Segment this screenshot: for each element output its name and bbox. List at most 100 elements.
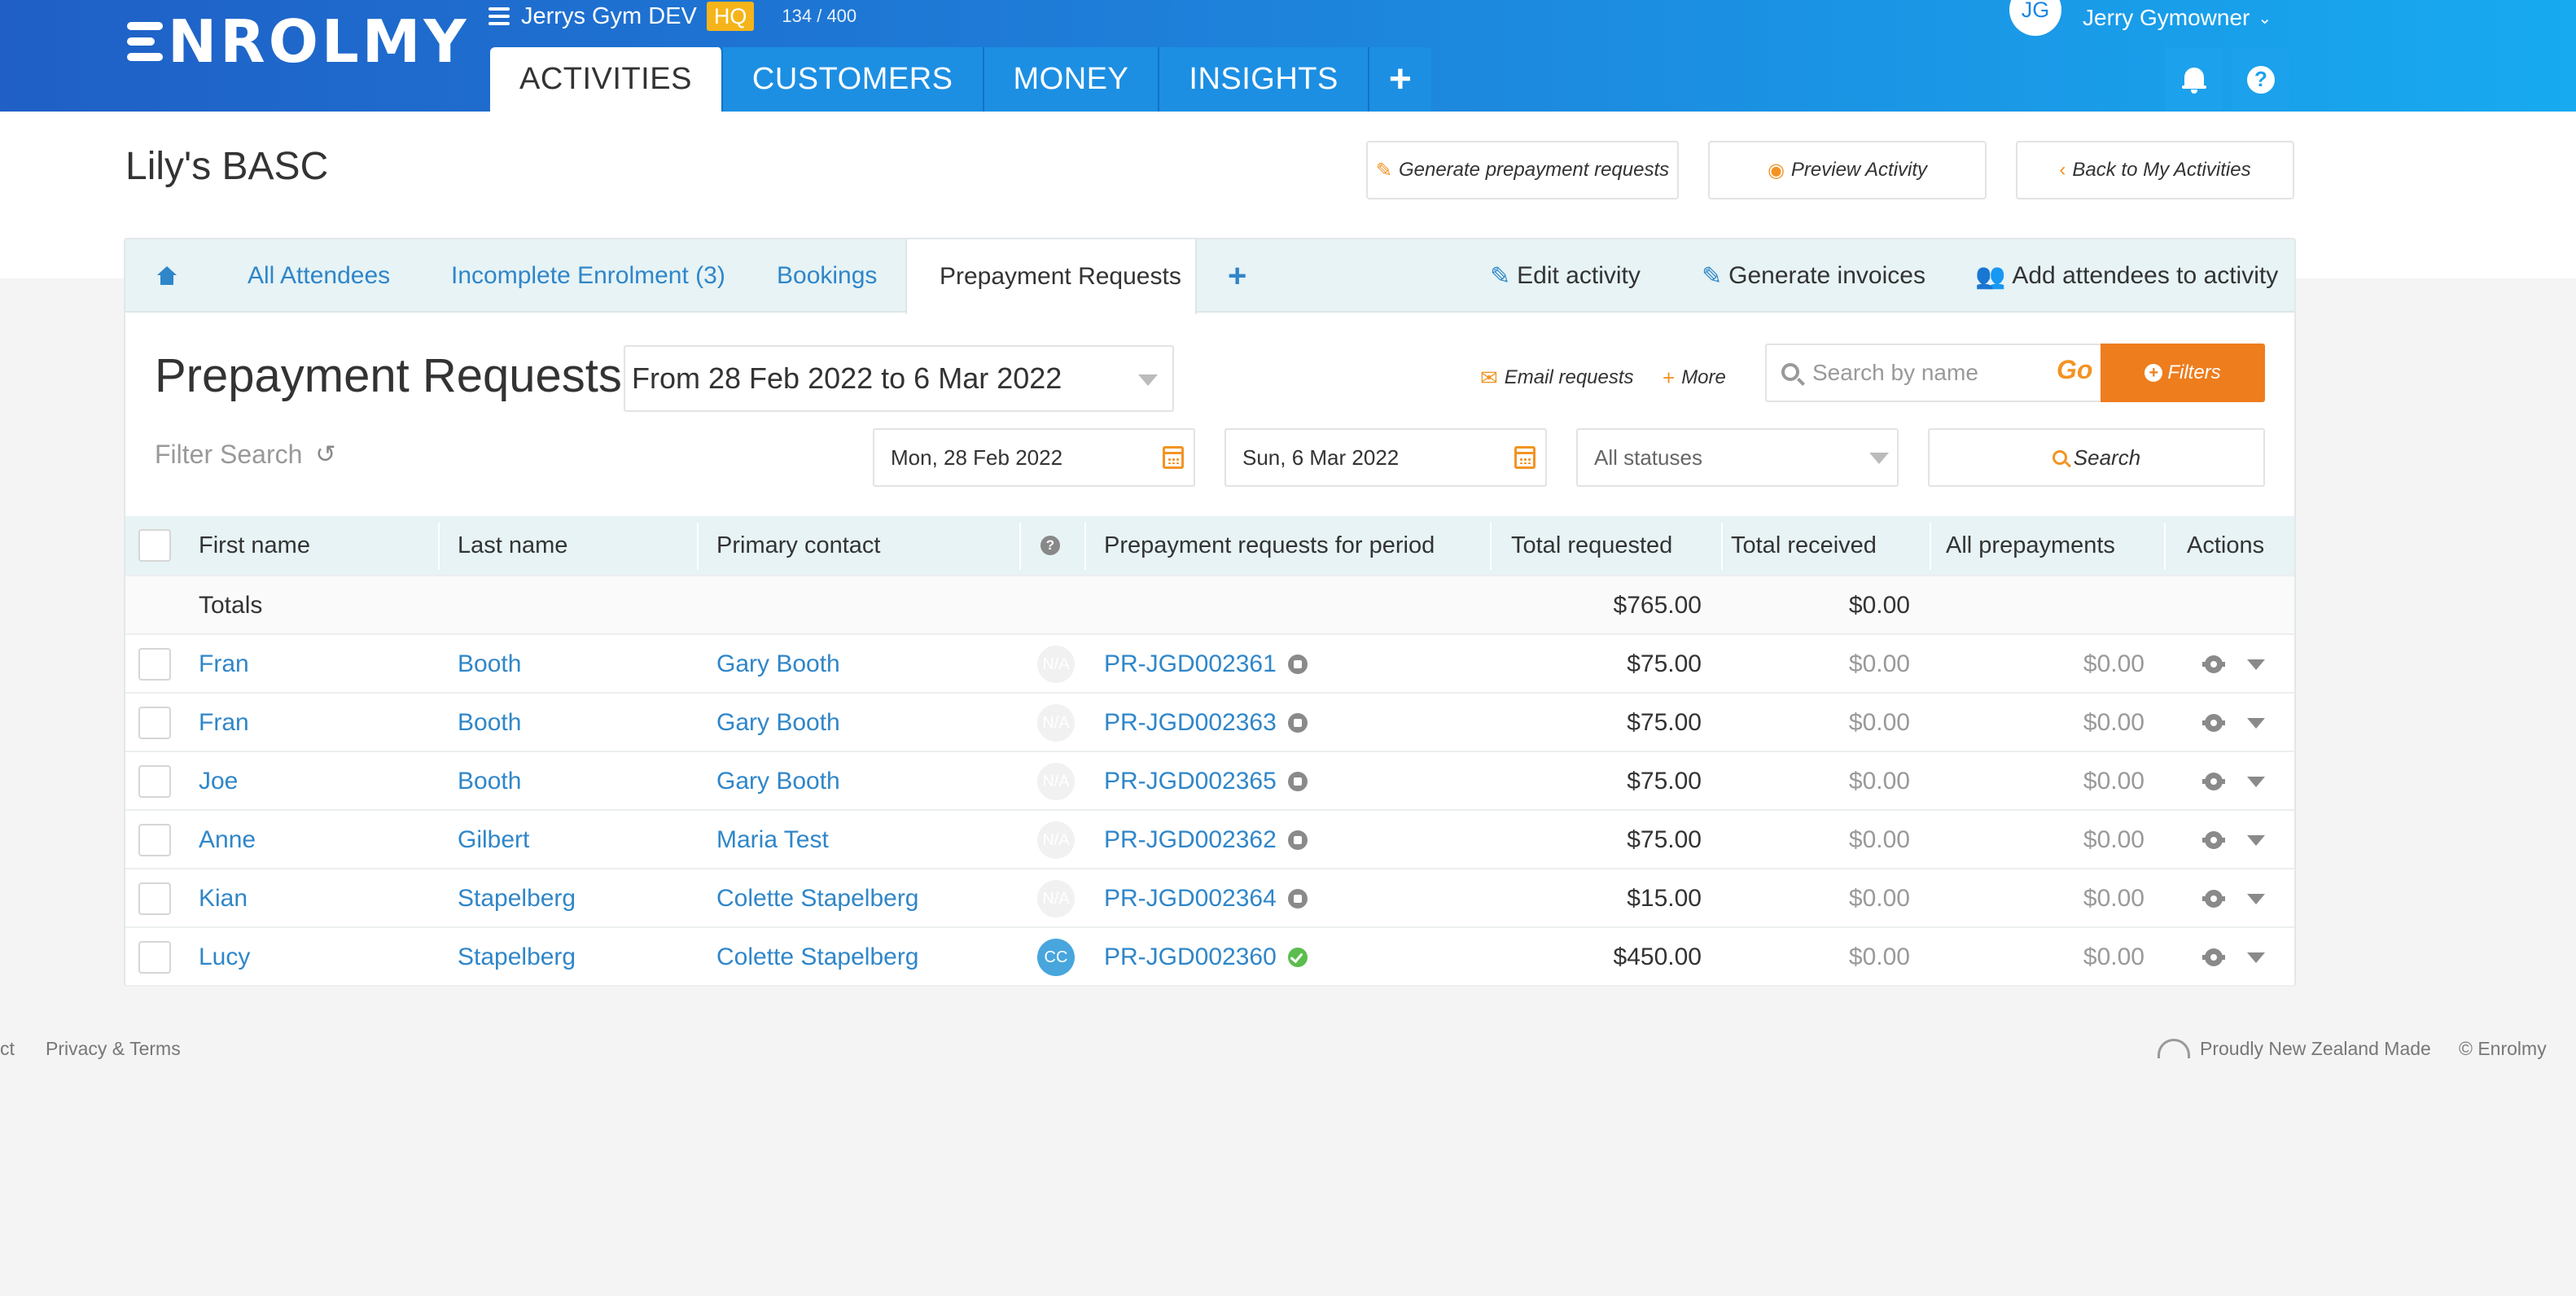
generate-invoices-button[interactable]: ✎ Generate invoices bbox=[1702, 239, 1925, 313]
chevron-down-icon[interactable] bbox=[2247, 952, 2265, 963]
help-button[interactable]: ? bbox=[2232, 47, 2289, 112]
totals-requested: $765.00 bbox=[1613, 592, 1702, 619]
edit-activity-button[interactable]: ✎ Edit activity bbox=[1490, 239, 1641, 313]
column-all-prepayments[interactable]: All prepayments bbox=[1946, 516, 2115, 575]
row-actions[interactable] bbox=[2202, 928, 2265, 987]
contact-avatar: CC bbox=[1037, 928, 1075, 987]
primary-contact-link[interactable]: Maria Test bbox=[716, 811, 829, 869]
enrolmy-logo[interactable]: NROLMY bbox=[127, 12, 470, 71]
chevron-down-icon[interactable] bbox=[2247, 893, 2265, 904]
contact-link[interactable]: ct bbox=[0, 1032, 15, 1065]
column-primary-contact[interactable]: Primary contact bbox=[716, 516, 880, 575]
row-actions[interactable] bbox=[2202, 694, 2265, 752]
first-name-link[interactable]: Anne bbox=[199, 811, 256, 869]
all-prepayments-value: $0.00 bbox=[2083, 826, 2144, 853]
row-checkbox[interactable] bbox=[138, 752, 171, 811]
row-checkbox[interactable] bbox=[138, 811, 171, 869]
tab-insights[interactable]: INSIGHTS bbox=[1159, 47, 1369, 112]
tab-prepayment-requests[interactable]: Prepayment Requests bbox=[905, 239, 1197, 314]
primary-contact-link[interactable]: Gary Booth bbox=[716, 635, 840, 694]
email-requests-button[interactable]: ✉ Email requests bbox=[1480, 360, 1634, 396]
last-name-link[interactable]: Stapelberg bbox=[458, 869, 576, 928]
prepayment-request-link[interactable]: PR-JGD002365 bbox=[1104, 752, 1308, 811]
last-name-link[interactable]: Booth bbox=[458, 694, 521, 752]
user-menu[interactable]: JG Jerry Gymowner ⌄ bbox=[2009, 0, 2272, 36]
tab-customers[interactable]: CUSTOMERS bbox=[722, 47, 984, 112]
email-requests-label: Email requests bbox=[1504, 366, 1634, 388]
column-total-requested[interactable]: Total requested bbox=[1511, 516, 1672, 575]
first-name-link[interactable]: Joe bbox=[199, 752, 238, 811]
last-name-link[interactable]: Booth bbox=[458, 635, 521, 694]
tab-home[interactable] bbox=[156, 239, 177, 313]
filters-button[interactable]: + Filters bbox=[2101, 344, 2265, 402]
last-name-link[interactable]: Booth bbox=[458, 752, 521, 811]
more-button[interactable]: + More bbox=[1663, 360, 1726, 396]
last-name-link[interactable]: Gilbert bbox=[458, 811, 529, 869]
reset-icon[interactable]: ↺ bbox=[315, 440, 335, 469]
preview-activity-button[interactable]: ◉ Preview Activity bbox=[1708, 141, 1987, 199]
date-to-field[interactable]: Sun, 6 Mar 2022 bbox=[1224, 428, 1547, 487]
first-name-link[interactable]: Fran bbox=[199, 694, 249, 752]
chevron-down-icon[interactable] bbox=[2247, 776, 2265, 787]
prepayment-request-link[interactable]: PR-JGD002362 bbox=[1104, 811, 1308, 869]
gear-icon[interactable] bbox=[2202, 773, 2225, 790]
tab-activities[interactable]: ACTIVITIES bbox=[490, 47, 723, 112]
go-button[interactable]: Go bbox=[2057, 355, 2092, 385]
prepayment-request-link[interactable]: PR-JGD002360 bbox=[1104, 928, 1308, 987]
prepayment-request-link[interactable]: PR-JGD002363 bbox=[1104, 694, 1308, 752]
column-prepayment-requests[interactable]: Prepayment requests for period bbox=[1104, 516, 1435, 575]
primary-contact-link[interactable]: Colette Stapelberg bbox=[716, 869, 919, 928]
column-total-received[interactable]: Total received bbox=[1731, 516, 1877, 575]
search-by-name-input[interactable] bbox=[1812, 355, 2040, 391]
row-checkbox[interactable] bbox=[138, 869, 171, 928]
column-last-name[interactable]: Last name bbox=[458, 516, 567, 575]
hamburger-menu-icon[interactable] bbox=[488, 7, 510, 25]
row-actions[interactable] bbox=[2202, 635, 2265, 694]
tab-bookings[interactable]: Bookings bbox=[777, 239, 877, 313]
chevron-down-icon[interactable] bbox=[2247, 659, 2265, 670]
notifications-button[interactable] bbox=[2166, 47, 2223, 112]
bell-icon bbox=[2182, 66, 2206, 94]
add-subtab-plus-icon[interactable]: + bbox=[1228, 239, 1246, 313]
tab-incomplete-enrolment[interactable]: Incomplete Enrolment (3) bbox=[451, 239, 725, 313]
status-select[interactable]: All statuses bbox=[1576, 428, 1899, 487]
generate-prepayment-requests-button[interactable]: ✎ Generate prepayment requests bbox=[1366, 141, 1679, 199]
tab-money[interactable]: MONEY bbox=[984, 47, 1160, 112]
chevron-down-icon[interactable] bbox=[2247, 834, 2265, 846]
chevron-down-icon[interactable] bbox=[2247, 717, 2265, 729]
prepayment-request-link[interactable]: PR-JGD002361 bbox=[1104, 635, 1308, 694]
row-checkbox[interactable] bbox=[138, 694, 171, 752]
primary-contact-link[interactable]: Gary Booth bbox=[716, 752, 840, 811]
gear-icon[interactable] bbox=[2202, 714, 2225, 732]
search-button[interactable]: Search bbox=[1928, 428, 2265, 487]
row-actions[interactable] bbox=[2202, 752, 2265, 811]
gear-icon[interactable] bbox=[2202, 948, 2225, 966]
select-all-checkbox[interactable] bbox=[138, 516, 171, 575]
primary-contact-link[interactable]: Colette Stapelberg bbox=[716, 928, 919, 987]
first-name-link[interactable]: Fran bbox=[199, 635, 249, 694]
add-tab-plus-icon[interactable]: + bbox=[1369, 47, 1432, 112]
column-first-name[interactable]: First name bbox=[199, 516, 310, 575]
total-received-value: $0.00 bbox=[1848, 885, 1910, 912]
privacy-terms-link[interactable]: Privacy & Terms bbox=[46, 1032, 181, 1065]
first-name-link[interactable]: Lucy bbox=[199, 928, 250, 987]
first-name-link[interactable]: Kian bbox=[199, 869, 248, 928]
add-attendees-button[interactable]: 👥 Add attendees to activity bbox=[1975, 239, 2278, 313]
back-to-activities-button[interactable]: ‹ Back to My Activities bbox=[2016, 141, 2294, 199]
last-name-link[interactable]: Stapelberg bbox=[458, 928, 576, 987]
primary-contact-link[interactable]: Gary Booth bbox=[716, 694, 840, 752]
row-checkbox[interactable] bbox=[138, 635, 171, 694]
gear-icon[interactable] bbox=[2202, 655, 2225, 673]
organisation-switcher[interactable]: Jerrys Gym DEV HQ 134 / 400 bbox=[488, 0, 856, 33]
status-value: All statuses bbox=[1594, 444, 1702, 470]
row-actions[interactable] bbox=[2202, 811, 2265, 869]
period-select[interactable]: From 28 Feb 2022 to 6 Mar 2022 bbox=[624, 345, 1174, 412]
tab-all-attendees[interactable]: All Attendees bbox=[248, 239, 390, 313]
row-checkbox[interactable] bbox=[138, 928, 171, 987]
prepayment-request-link[interactable]: PR-JGD002364 bbox=[1104, 869, 1308, 928]
gear-icon[interactable] bbox=[2202, 890, 2225, 908]
organisation-name: Jerrys Gym DEV bbox=[521, 2, 697, 29]
date-from-field[interactable]: Mon, 28 Feb 2022 bbox=[873, 428, 1195, 487]
row-actions[interactable] bbox=[2202, 869, 2265, 928]
gear-icon[interactable] bbox=[2202, 831, 2225, 849]
